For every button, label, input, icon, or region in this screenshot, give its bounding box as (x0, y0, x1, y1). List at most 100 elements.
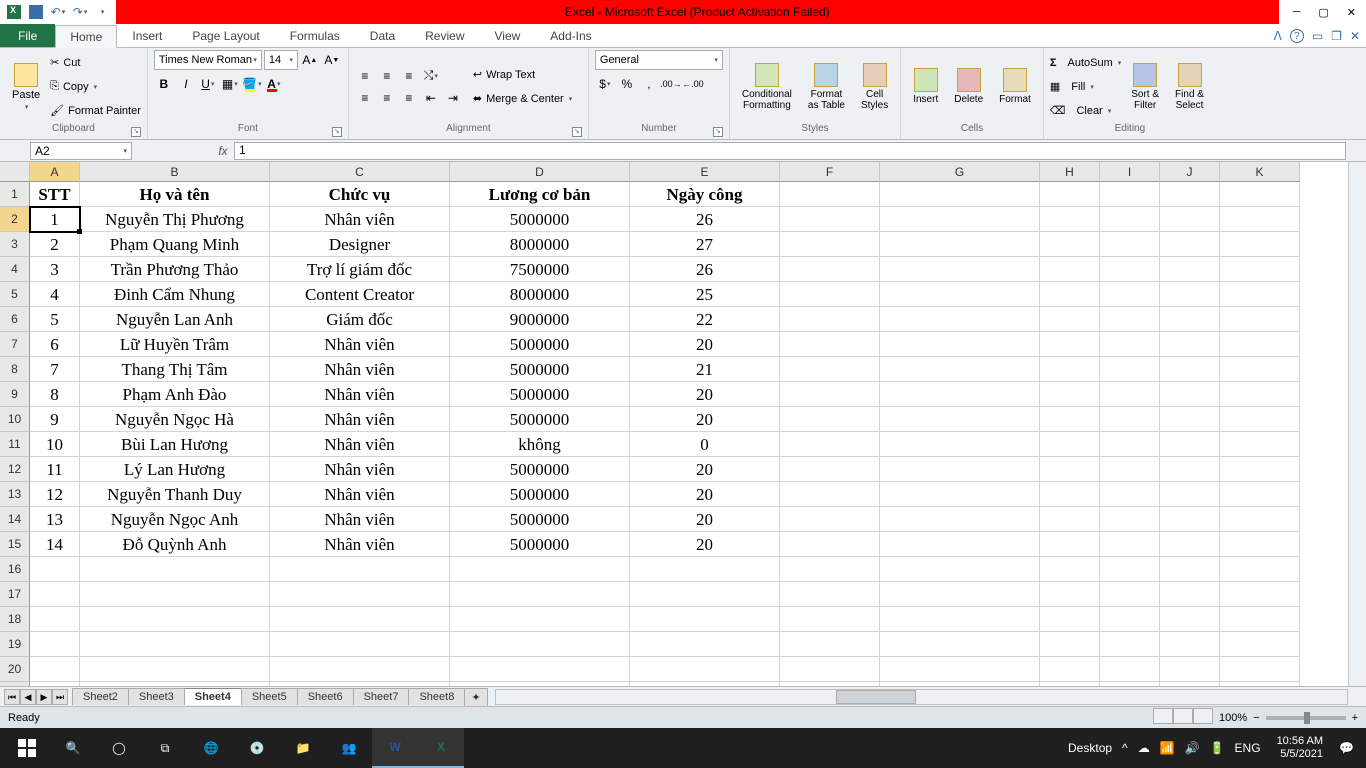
start-button[interactable] (4, 728, 50, 768)
bold-button[interactable]: B (154, 74, 174, 94)
align-middle-button[interactable]: ≡ (377, 66, 397, 86)
select-all-corner[interactable] (0, 162, 30, 182)
cell-D10[interactable]: 5000000 (450, 407, 630, 432)
cell-C6[interactable]: Giám đốc (270, 307, 450, 332)
row-header-11[interactable]: 11 (0, 432, 30, 457)
cell-B21[interactable] (80, 682, 270, 686)
cell-C8[interactable]: Nhân viên (270, 357, 450, 382)
tray-notifications-icon[interactable]: 💬 (1339, 741, 1354, 755)
cell-J14[interactable] (1160, 507, 1220, 532)
cell-I9[interactable] (1100, 382, 1160, 407)
cell-D19[interactable] (450, 632, 630, 657)
cell-A5[interactable]: 4 (30, 282, 80, 307)
row-header-13[interactable]: 13 (0, 482, 30, 507)
tab-page-layout[interactable]: Page Layout (177, 24, 274, 47)
cell-H18[interactable] (1040, 607, 1100, 632)
cell-I16[interactable] (1100, 557, 1160, 582)
cell-D18[interactable] (450, 607, 630, 632)
decrease-indent-button[interactable]: ⇤ (421, 88, 441, 108)
row-header-10[interactable]: 10 (0, 407, 30, 432)
cell-A8[interactable]: 7 (30, 357, 80, 382)
horizontal-scrollbar[interactable] (495, 689, 1348, 705)
format-cells-button[interactable]: Format (993, 66, 1037, 107)
cell-E2[interactable]: 26 (630, 207, 780, 232)
cell-J3[interactable] (1160, 232, 1220, 257)
cell-B8[interactable]: Thang Thị Tâm (80, 357, 270, 382)
cell-D2[interactable]: 5000000 (450, 207, 630, 232)
cell-A14[interactable]: 13 (30, 507, 80, 532)
cell-H20[interactable] (1040, 657, 1100, 682)
cell-A7[interactable]: 6 (30, 332, 80, 357)
cell-A16[interactable] (30, 557, 80, 582)
row-header-5[interactable]: 5 (0, 282, 30, 307)
ribbon-minimize-icon[interactable]: ⴷ (1274, 29, 1282, 43)
cell-H19[interactable] (1040, 632, 1100, 657)
cell-C11[interactable]: Nhân viên (270, 432, 450, 457)
excel-icon[interactable] (4, 2, 24, 22)
help-icon[interactable]: ? (1290, 29, 1304, 43)
sheet-tab-sheet2[interactable]: Sheet2 (72, 688, 129, 705)
new-sheet-button[interactable]: ✦ (464, 688, 487, 706)
cell-F1[interactable] (780, 182, 880, 207)
cell-J21[interactable] (1160, 682, 1220, 686)
cell-E3[interactable]: 27 (630, 232, 780, 257)
cell-H4[interactable] (1040, 257, 1100, 282)
cell-D12[interactable]: 5000000 (450, 457, 630, 482)
cell-B11[interactable]: Bùi Lan Hương (80, 432, 270, 457)
cell-D11[interactable]: không (450, 432, 630, 457)
cell-A6[interactable]: 5 (30, 307, 80, 332)
row-header-8[interactable]: 8 (0, 357, 30, 382)
delete-cells-button[interactable]: Delete (948, 66, 989, 107)
cell-G14[interactable] (880, 507, 1040, 532)
borders-button[interactable]: ▦▾ (220, 74, 240, 94)
cell-B7[interactable]: Lữ Huyền Trâm (80, 332, 270, 357)
cell-E6[interactable]: 22 (630, 307, 780, 332)
task-view-button[interactable]: ⧉ (142, 728, 188, 768)
cell-B12[interactable]: Lý Lan Hương (80, 457, 270, 482)
cell-J8[interactable] (1160, 357, 1220, 382)
zoom-level[interactable]: 100% (1219, 712, 1247, 724)
cell-C9[interactable]: Nhân viên (270, 382, 450, 407)
cell-E20[interactable] (630, 657, 780, 682)
cell-D16[interactable] (450, 557, 630, 582)
alignment-dialog-launcher[interactable]: ↘ (572, 127, 582, 137)
align-center-button[interactable]: ≡ (377, 88, 397, 108)
cell-E9[interactable]: 20 (630, 382, 780, 407)
cell-C14[interactable]: Nhân viên (270, 507, 450, 532)
cell-C7[interactable]: Nhân viên (270, 332, 450, 357)
column-header-H[interactable]: H (1040, 162, 1100, 182)
font-family-combo[interactable]: Times New Roman▾ (154, 50, 262, 70)
autosum-button[interactable]: Σ AutoSum▾ (1050, 52, 1121, 74)
cell-E5[interactable]: 25 (630, 282, 780, 307)
font-color-button[interactable]: A▾ (264, 74, 284, 94)
align-bottom-button[interactable]: ≡ (399, 66, 419, 86)
cell-K6[interactable] (1220, 307, 1300, 332)
cell-B10[interactable]: Nguyễn Ngọc Hà (80, 407, 270, 432)
cell-C15[interactable]: Nhân viên (270, 532, 450, 557)
column-header-D[interactable]: D (450, 162, 630, 182)
cell-B14[interactable]: Nguyễn Ngọc Anh (80, 507, 270, 532)
close-button[interactable]: ✕ (1347, 6, 1356, 19)
cell-B20[interactable] (80, 657, 270, 682)
taskbar-app-icon-1[interactable]: 💿 (234, 728, 280, 768)
tray-battery-icon[interactable]: 🔋 (1210, 741, 1225, 755)
cell-K18[interactable] (1220, 607, 1300, 632)
cell-B9[interactable]: Phạm Anh Đào (80, 382, 270, 407)
cell-E21[interactable] (630, 682, 780, 686)
cell-D14[interactable]: 5000000 (450, 507, 630, 532)
cell-G15[interactable] (880, 532, 1040, 557)
row-header-7[interactable]: 7 (0, 332, 30, 357)
increase-decimal-button[interactable]: .00→ (661, 74, 681, 94)
cell-I18[interactable] (1100, 607, 1160, 632)
tray-lang[interactable]: ENG (1235, 741, 1261, 755)
cell-I11[interactable] (1100, 432, 1160, 457)
row-header-2[interactable]: 2 (0, 207, 30, 232)
cell-C19[interactable] (270, 632, 450, 657)
cell-D8[interactable]: 5000000 (450, 357, 630, 382)
cell-F10[interactable] (780, 407, 880, 432)
column-header-A[interactable]: A (30, 162, 80, 182)
cell-E15[interactable]: 20 (630, 532, 780, 557)
fx-icon[interactable]: fx (212, 144, 234, 158)
minimize-button[interactable]: ─ (1293, 6, 1301, 18)
cell-B15[interactable]: Đỗ Quỳnh Anh (80, 532, 270, 557)
